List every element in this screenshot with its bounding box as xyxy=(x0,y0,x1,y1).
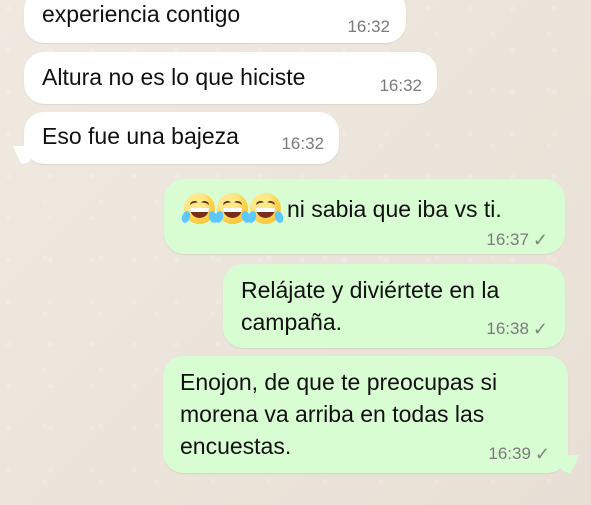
message-text: Altura no es lo que hiciste xyxy=(42,64,306,90)
incoming-message-bubble: Altura no es lo que hiciste 16:32 xyxy=(24,52,437,104)
timestamp-text: 16:32 xyxy=(379,76,422,95)
message-timestamp: 16:32 xyxy=(281,134,324,154)
message-timestamp: 16:32 xyxy=(347,17,390,37)
outgoing-message-bubble: Relájate y diviértete en la campaña. 16:… xyxy=(223,264,565,348)
sent-check-icon: ✓ xyxy=(534,444,550,464)
message-timestamp: 16:32 xyxy=(379,76,422,96)
message-text: experiencia contigo xyxy=(42,1,241,27)
message-text: Enojon, de que te preocupas si morena va… xyxy=(180,369,498,459)
sent-check-icon: ✓ xyxy=(532,230,548,250)
message-timestamp: 16:38 ✓ xyxy=(486,319,548,339)
timestamp-text: 16:39 xyxy=(488,444,531,463)
message-text: ni sabia que iba vs ti. xyxy=(287,196,502,222)
timestamp-text: 16:38 xyxy=(486,319,529,338)
sent-check-icon: ✓ xyxy=(532,319,548,339)
incoming-message-bubble: Eso fue una bajeza 16:32 xyxy=(24,112,339,164)
laughing-crying-face-icon xyxy=(213,193,252,225)
message-timestamp: 16:39 ✓ xyxy=(488,444,550,464)
timestamp-text: 16:32 xyxy=(347,17,390,36)
laughing-crying-face-icon xyxy=(180,193,219,225)
incoming-message-bubble: experiencia contigo 16:32 xyxy=(24,0,406,43)
timestamp-text: 16:32 xyxy=(281,134,324,153)
outgoing-message-bubble: ni sabia que iba vs ti. 16:37 ✓ xyxy=(164,179,565,254)
laughing-crying-face-icon xyxy=(246,193,285,225)
chat-thread[interactable]: experiencia contigo 16:32 Altura no es l… xyxy=(0,0,591,505)
message-text: Eso fue una bajeza xyxy=(42,123,239,149)
timestamp-text: 16:37 xyxy=(486,230,529,249)
outgoing-message-bubble: Enojon, de que te preocupas si morena va… xyxy=(163,356,568,473)
message-timestamp: 16:37 ✓ xyxy=(486,230,548,250)
emoji-group xyxy=(180,193,285,225)
message-text: Relájate y diviértete en la campaña. xyxy=(241,277,500,335)
